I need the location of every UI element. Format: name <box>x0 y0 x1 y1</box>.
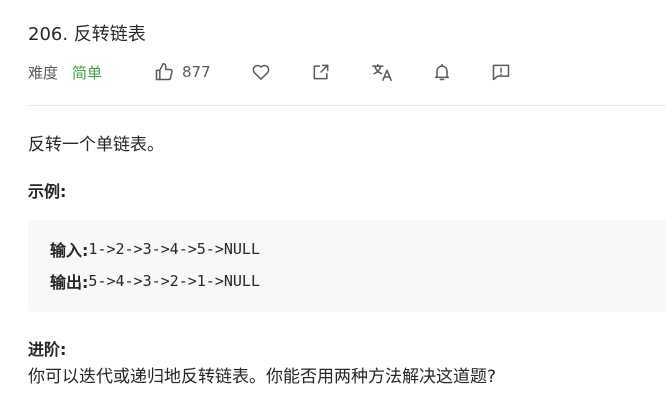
output-label: 输出: <box>50 273 89 292</box>
problem-description: 反转一个单链表。 <box>28 135 164 155</box>
divider <box>28 105 666 106</box>
advanced-heading: 进阶: <box>28 340 67 359</box>
translate-icon <box>371 62 393 82</box>
like-count: 877 <box>182 63 211 81</box>
translate-button[interactable] <box>371 60 393 84</box>
bell-icon <box>432 62 452 82</box>
output-value: 5->4->3->2->1->NULL <box>88 272 260 290</box>
feedback-button[interactable] <box>491 60 511 84</box>
example-heading: 示例: <box>28 182 67 201</box>
problem-page: 206. 反转链表 难度 简单 877 反转一个单链表。 示例: 输入: 1->… <box>0 0 666 404</box>
like-button[interactable]: 877 <box>154 60 211 84</box>
share-icon <box>311 62 331 82</box>
difficulty-badge: 简单 <box>72 63 103 82</box>
example-code-block: 输入: 1->2->3->4->5->NULL 输出: 5->4->3->2->… <box>28 220 666 312</box>
example-input-line: 输入: 1->2->3->4->5->NULL <box>50 238 260 260</box>
input-value: 1->2->3->4->5->NULL <box>88 240 260 258</box>
problem-title: 206. 反转链表 <box>28 24 146 45</box>
feedback-icon <box>491 62 511 82</box>
heart-icon <box>251 62 271 82</box>
share-button[interactable] <box>311 60 331 84</box>
favorite-button[interactable] <box>251 60 271 84</box>
notify-button[interactable] <box>432 60 452 84</box>
input-label: 输入: <box>50 241 89 260</box>
difficulty-row: 难度 简单 <box>28 60 102 84</box>
difficulty-label: 难度 <box>28 63 59 82</box>
thumbs-up-icon <box>154 62 174 82</box>
example-output-line: 输出: 5->4->3->2->1->NULL <box>50 270 260 292</box>
advanced-text: 你可以迭代或递归地反转链表。你能否用两种方法解决这道题? <box>28 367 497 387</box>
